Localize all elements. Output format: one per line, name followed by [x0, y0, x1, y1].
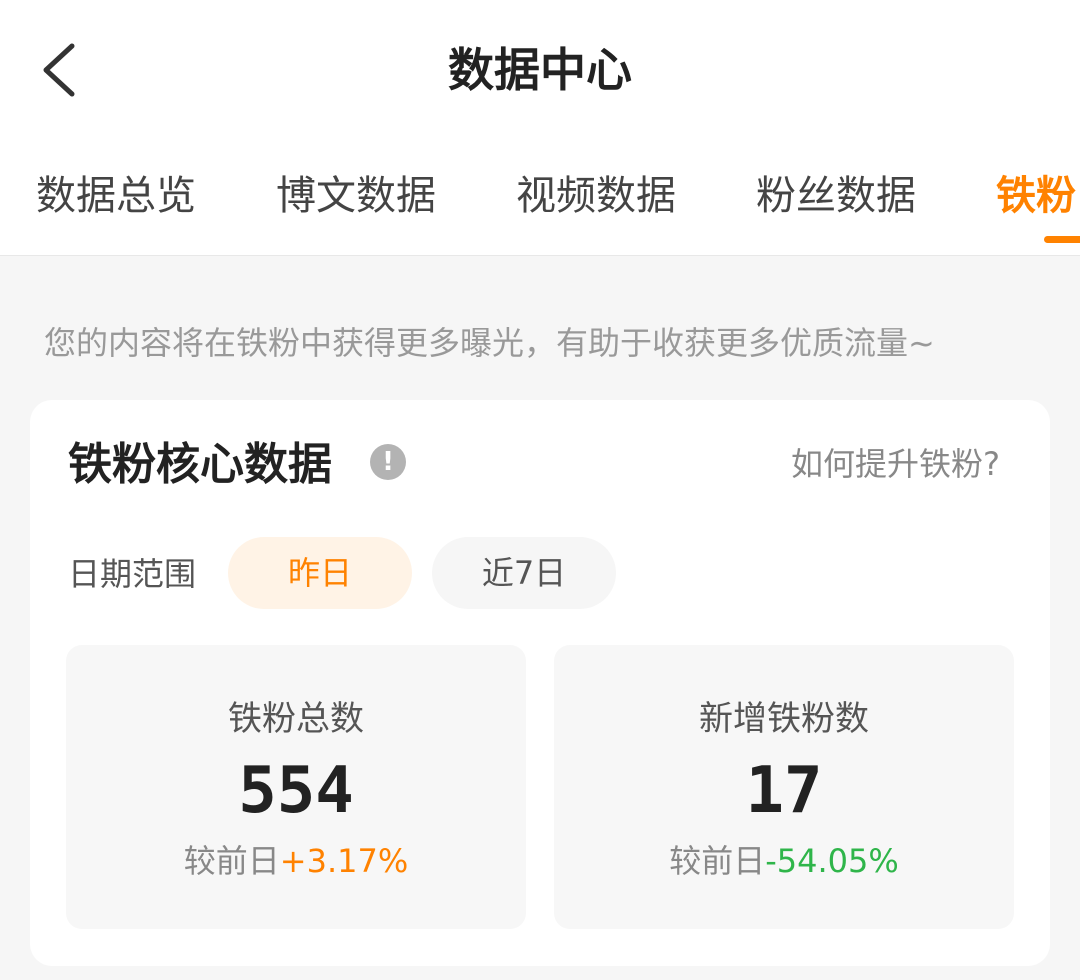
compare-label: 较前日 [183, 842, 280, 880]
date-range-label: 日期范围 [68, 555, 197, 593]
stat-compare: 较前日+3.17% [66, 837, 526, 885]
active-tab-indicator [1044, 236, 1080, 243]
stat-total-iron-fans: 铁粉总数 554 较前日+3.17% [66, 645, 526, 929]
tab-iron-fans[interactable]: 铁粉 [996, 168, 1076, 224]
top-bar: 数据中心 [0, 0, 1080, 140]
iron-fans-core-card: 铁粉核心数据 ! 如何提升铁粉? 日期范围 昨日 近7日 铁粉总数 554 较前… [30, 400, 1050, 966]
stat-value: 17 [745, 754, 823, 828]
card-title: 铁粉核心数据 [68, 439, 332, 490]
date-option-last-7-days[interactable]: 近7日 [432, 537, 616, 609]
compare-label: 较前日 [669, 842, 766, 880]
delta-value: -54.05% [765, 842, 899, 880]
stat-compare: 较前日-54.05% [554, 837, 1014, 885]
stat-value: 554 [238, 754, 354, 828]
delta-value: +3.17% [279, 842, 409, 880]
stat-label: 新增铁粉数 [699, 699, 869, 739]
info-icon[interactable]: ! [370, 444, 406, 480]
how-to-improve-link[interactable]: 如何提升铁粉? [791, 440, 1000, 488]
tab-video-data[interactable]: 视频数据 [516, 168, 676, 224]
notice-text: 您的内容将在铁粉中获得更多曝光，有助于收获更多优质流量~ [44, 324, 935, 362]
tab-overview[interactable]: 数据总览 [36, 168, 196, 224]
tab-fans-data[interactable]: 粉丝数据 [756, 168, 916, 224]
stat-label: 铁粉总数 [228, 699, 364, 739]
page-title: 数据中心 [448, 43, 632, 97]
date-option-yesterday[interactable]: 昨日 [228, 537, 412, 609]
tab-bar: 数据总览 博文数据 视频数据 粉丝数据 铁粉 [0, 140, 1080, 256]
tab-post-data[interactable]: 博文数据 [276, 168, 436, 224]
stat-new-iron-fans: 新增铁粉数 17 较前日-54.05% [554, 645, 1014, 929]
